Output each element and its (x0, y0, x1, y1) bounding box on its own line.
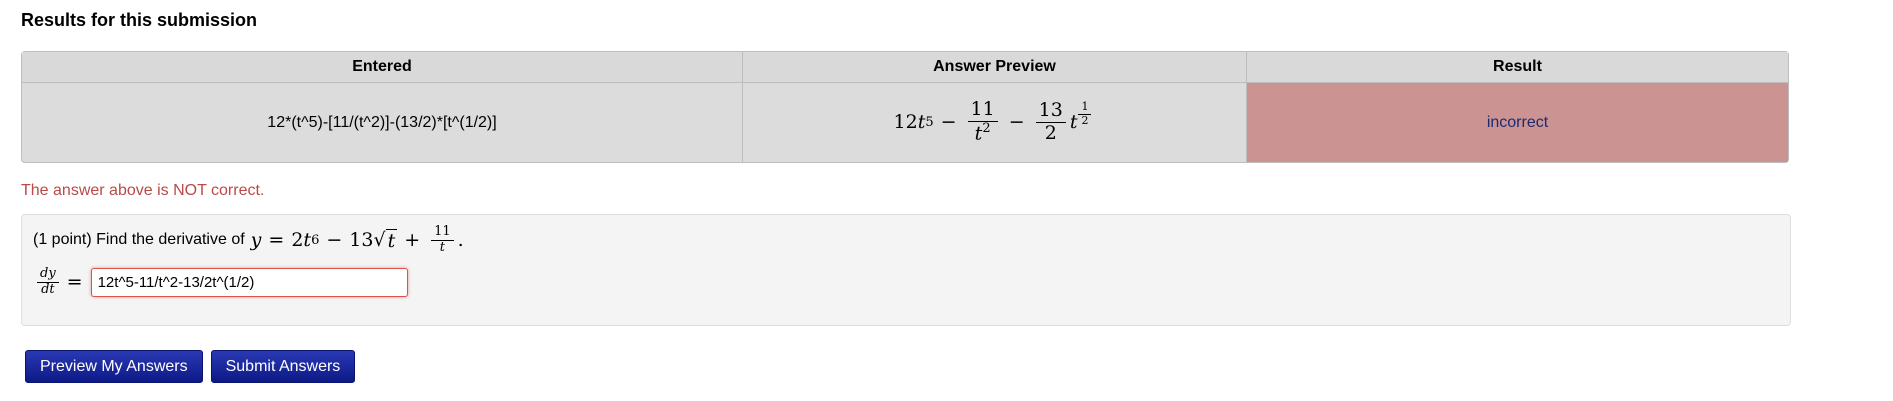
preview-fraction-1: 11 t2 (967, 99, 998, 145)
table-row: 12*(t^5)-[11/(t^2)]-(13/2)*[t^(1/2)] 12 t… (22, 83, 1788, 162)
answer-equals: = (66, 271, 83, 294)
problem-plus: + (404, 229, 421, 252)
problem-y: y (250, 229, 262, 252)
problem-exp-1: 6 (311, 232, 320, 248)
header-entered: Entered (22, 52, 743, 83)
problem-statement: (1 point) Find the derivative of y = 2t6… (33, 224, 464, 256)
header-result: Result (1247, 52, 1788, 83)
incorrect-message: The answer above is NOT correct. (21, 182, 265, 199)
fraction-2-denominator: 2 (1044, 121, 1057, 144)
preview-minus-2: − (1008, 111, 1025, 134)
derivative-label: dy dt (37, 266, 59, 298)
answer-preview-cell: 12 t 5 − 11 t2 − 13 2 t 1 2 (743, 83, 1247, 162)
derivative-num: dy (37, 266, 59, 283)
entered-cell: 12*(t^5)-[11/(t^2)]-(13/2)*[t^(1/2)] (22, 83, 743, 162)
preview-minus-1: − (940, 111, 957, 134)
preview-var-2: t (1069, 111, 1078, 134)
answer-preview-math: 12 t 5 − 11 t2 − 13 2 t 1 2 (894, 99, 1096, 145)
preview-exponent-fraction: 1 2 (1078, 101, 1092, 128)
fraction-2-numerator: 13 (1035, 99, 1066, 123)
submit-answers-button[interactable]: Submit Answers (210, 350, 356, 383)
sqrt-symbol: √ (373, 229, 386, 252)
problem-eq: = (268, 229, 285, 252)
derivative-den: dt (41, 281, 55, 297)
results-title: Results for this submission (21, 10, 258, 30)
problem-prefix: (1 point) Find the derivative of (33, 231, 245, 249)
problem-coef-1: 2 (291, 229, 304, 252)
problem-t-1: t (303, 229, 312, 252)
preview-answers-button[interactable]: Preview My Answers (25, 350, 203, 383)
preview-var: t (917, 111, 926, 134)
answer-input[interactable] (90, 267, 408, 297)
header-answer-preview: Answer Preview (743, 52, 1247, 83)
fraction-1-den-exp: 2 (982, 121, 991, 137)
problem-fraction-den: t (439, 239, 446, 255)
results-table: Entered Answer Preview Result 12*(t^5)-[… (21, 51, 1789, 163)
result-cell: incorrect (1247, 83, 1788, 162)
fraction-1-numerator: 11 (967, 99, 998, 123)
results-header-row: Entered Answer Preview Result (22, 52, 1788, 83)
problem-minus: − (326, 229, 343, 252)
answer-row: dy dt = (33, 266, 408, 298)
fraction-1-denominator: t2 (972, 121, 994, 145)
problem-fraction: 11 t (431, 224, 454, 256)
preview-exp: 5 (925, 114, 934, 130)
problem-coef-2: 13 (349, 229, 374, 252)
button-bar: Preview My Answers Submit Answers (25, 350, 356, 383)
exponent-numerator: 1 (1078, 101, 1092, 116)
exponent-denominator: 2 (1081, 114, 1089, 128)
problem-t-2: t (385, 228, 398, 252)
problem-fraction-num: 11 (431, 224, 454, 241)
preview-coef: 12 (893, 111, 918, 134)
problem-period: . (457, 229, 464, 252)
preview-fraction-2: 13 2 (1035, 99, 1066, 145)
problem-math: y = 2t6 − 13 √ t + 11 t . (250, 224, 464, 256)
problem-box: (1 point) Find the derivative of y = 2t6… (21, 214, 1791, 326)
page: Results for this submission Entered Answ… (0, 0, 1893, 401)
